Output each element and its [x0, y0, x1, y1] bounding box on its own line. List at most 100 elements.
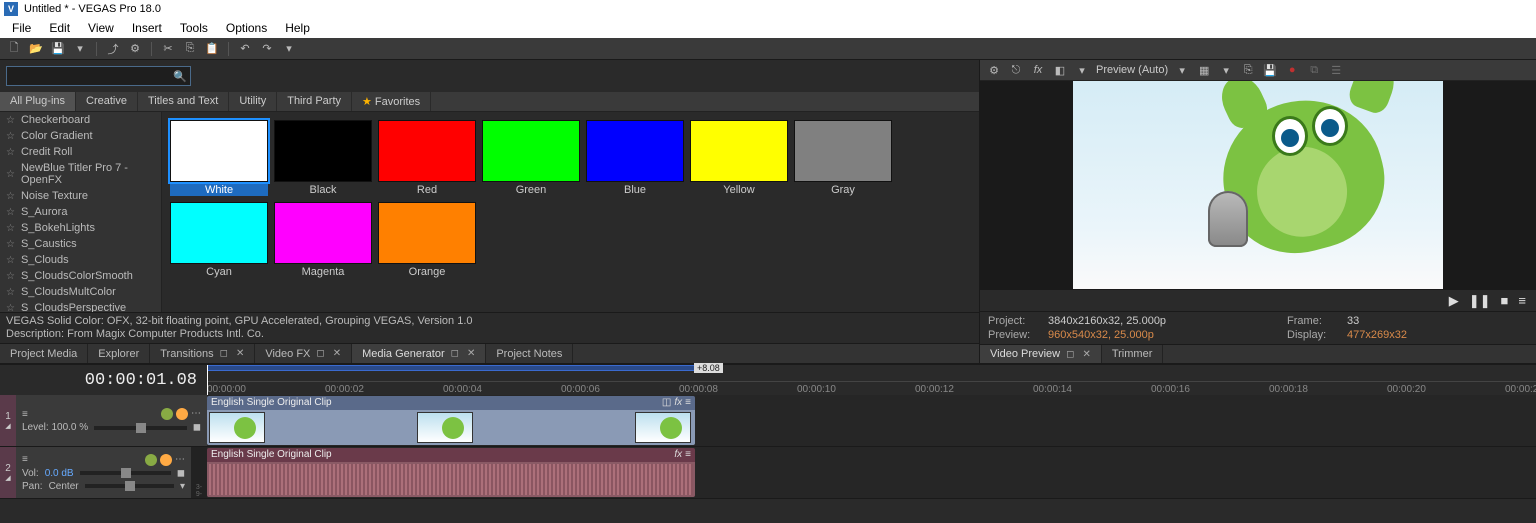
preview-chevron-icon[interactable]: ▾ [1074, 62, 1090, 78]
preview-grid-icon[interactable]: ▦ [1196, 62, 1212, 78]
generator-item[interactable]: ☆S_Aurora [0, 204, 161, 220]
popout-icon[interactable]: ◻ [451, 348, 459, 359]
favorite-star-icon[interactable]: ☆ [6, 191, 15, 202]
favorite-star-icon[interactable]: ☆ [6, 255, 15, 266]
more-icon[interactable]: ▾ [281, 41, 297, 57]
preview-tab-trimmer[interactable]: Trimmer [1102, 345, 1164, 363]
panel-tab-media-generator[interactable]: Media Generator ◻ ✕ [352, 344, 486, 363]
favorite-star-icon[interactable]: ☆ [6, 303, 15, 313]
favorite-star-icon[interactable]: ☆ [6, 147, 15, 158]
track-bypass-icon[interactable] [161, 408, 173, 420]
color-preset-red[interactable]: Red [378, 120, 476, 196]
time-ruler[interactable]: 00:00:0000:00:0200:00:0400:00:0600:00:08… [207, 381, 1536, 395]
plugin-tab-titles-and-text[interactable]: Titles and Text [138, 92, 229, 111]
plugin-tab-utility[interactable]: Utility [229, 92, 277, 111]
panel-tab-project-media[interactable]: Project Media [0, 344, 88, 363]
pan-slider[interactable] [85, 484, 174, 488]
stop-icon[interactable]: ■ [1501, 293, 1509, 308]
generator-item[interactable]: ☆Noise Texture [0, 188, 161, 204]
undo-icon[interactable]: ↶ [237, 41, 253, 57]
track-hamburger-icon[interactable]: ≡ [22, 409, 28, 420]
menu-insert[interactable]: Insert [124, 19, 170, 37]
generator-item[interactable]: ☆S_Caustics [0, 236, 161, 252]
color-preset-magenta[interactable]: Magenta [274, 202, 372, 278]
track-mute-icon[interactable] [160, 454, 172, 466]
menu-file[interactable]: File [4, 19, 39, 37]
clip-crop-icon[interactable]: ◫ [662, 397, 671, 408]
popout-icon[interactable]: ◻ [316, 348, 324, 359]
track-lane[interactable]: English Single Original Clip◫ fx ≡ [207, 395, 1536, 446]
favorite-star-icon[interactable]: ☆ [6, 239, 15, 250]
preview-extra2-icon[interactable]: ☰ [1328, 62, 1344, 78]
favorite-star-icon[interactable]: ☆ [6, 131, 15, 142]
track-lane[interactable]: English Single Original Clipfx ≡ [207, 447, 1536, 498]
generator-item[interactable]: ☆Credit Roll [0, 144, 161, 160]
menu-help[interactable]: Help [277, 19, 318, 37]
color-preset-yellow[interactable]: Yellow [690, 120, 788, 196]
pause-icon[interactable]: ❚❚ [1469, 293, 1491, 309]
color-preset-green[interactable]: Green [482, 120, 580, 196]
color-preset-cyan[interactable]: Cyan [170, 202, 268, 278]
track-mute-icon[interactable] [176, 408, 188, 420]
save-dropdown-icon[interactable]: ▾ [72, 41, 88, 57]
render-icon[interactable]: ⤴ [105, 41, 121, 57]
menu-options[interactable]: Options [218, 19, 275, 37]
level-slider[interactable] [94, 426, 187, 430]
track-more-icon[interactable]: ⋯ [191, 408, 201, 420]
close-icon[interactable]: ✕ [333, 348, 341, 359]
favorite-star-icon[interactable]: ☆ [6, 115, 15, 126]
timecode-display[interactable]: 00:00:01.08 [0, 365, 207, 395]
clip-menu-icon[interactable]: ≡ [685, 449, 691, 460]
generator-item[interactable]: ☆S_CloudsMultColor [0, 284, 161, 300]
new-icon[interactable]: 🗋 [6, 41, 22, 57]
preview-split-icon[interactable]: ◧ [1052, 62, 1068, 78]
preview-settings-icon[interactable]: ⚙ [986, 62, 1002, 78]
menu-tools[interactable]: Tools [172, 19, 216, 37]
generator-item[interactable]: ☆NewBlue Titler Pro 7 - OpenFX [0, 160, 161, 188]
generator-item[interactable]: ☆Color Gradient [0, 128, 161, 144]
cut-icon[interactable]: ✂ [160, 41, 176, 57]
track-settings-icon[interactable]: ▾ [180, 481, 185, 492]
track-more-icon[interactable]: ⋯ [175, 454, 185, 466]
plugin-search-input[interactable] [7, 70, 172, 82]
timeline-ruler-area[interactable]: +8.08 00:00:0000:00:0200:00:0400:00:0600… [207, 365, 1536, 395]
track-number[interactable]: 1◢ [0, 395, 16, 446]
open-icon[interactable]: 📂 [28, 41, 44, 57]
plugin-tab-all-plug-ins[interactable]: All Plug-ins [0, 92, 76, 111]
panel-tab-video-fx[interactable]: Video FX ◻ ✕ [255, 344, 352, 363]
record-icon[interactable]: ● [1284, 62, 1300, 78]
color-preset-white[interactable]: White [170, 120, 268, 196]
menu-edit[interactable]: Edit [41, 19, 78, 37]
track-bypass-icon[interactable] [145, 454, 157, 466]
generator-list[interactable]: ☆Checkerboard☆Color Gradient☆Credit Roll… [0, 112, 162, 312]
close-icon[interactable]: ✕ [467, 348, 475, 359]
preview-extra-icon[interactable]: ⧉ [1306, 62, 1322, 78]
paste-icon[interactable]: 📋 [204, 41, 220, 57]
generator-item[interactable]: ☆S_CloudsPerspective [0, 300, 161, 312]
clip-fx-icon[interactable]: fx [674, 397, 682, 408]
copy-icon[interactable]: ⎘ [182, 41, 198, 57]
favorite-star-icon[interactable]: ☆ [6, 169, 15, 180]
preview-fx-icon[interactable]: fx [1030, 62, 1046, 78]
clip-menu-icon[interactable]: ≡ [685, 397, 691, 408]
color-preset-black[interactable]: Black [274, 120, 372, 196]
search-icon[interactable]: 🔍 [173, 70, 187, 83]
menu-icon[interactable]: ≡ [1518, 293, 1526, 308]
panel-tab-transitions[interactable]: Transitions ◻ ✕ [150, 344, 255, 363]
preview-tab-video-preview[interactable]: Video Preview ◻ ✕ [980, 345, 1102, 363]
favorite-star-icon[interactable]: ☆ [6, 271, 15, 282]
track-hamburger-icon[interactable]: ≡ [22, 454, 28, 465]
plugin-tab-third-party[interactable]: Third Party [277, 92, 352, 111]
track-number[interactable]: 2◢ [0, 447, 16, 498]
loop-region[interactable] [207, 365, 697, 371]
chevron-down-icon[interactable]: ▾ [1218, 62, 1234, 78]
chevron-down-icon[interactable]: ▾ [1174, 62, 1190, 78]
close-icon[interactable]: ✕ [236, 348, 244, 359]
close-icon[interactable]: ✕ [1082, 349, 1090, 360]
preview-copy-icon[interactable]: ⎘ [1240, 62, 1256, 78]
menu-view[interactable]: View [80, 19, 122, 37]
popout-icon[interactable]: ◻ [220, 348, 228, 359]
clip-video[interactable]: English Single Original Clip◫ fx ≡ [207, 396, 695, 445]
track-collapse-icon[interactable]: ◼ [177, 468, 185, 479]
save-icon[interactable]: 💾 [50, 41, 66, 57]
